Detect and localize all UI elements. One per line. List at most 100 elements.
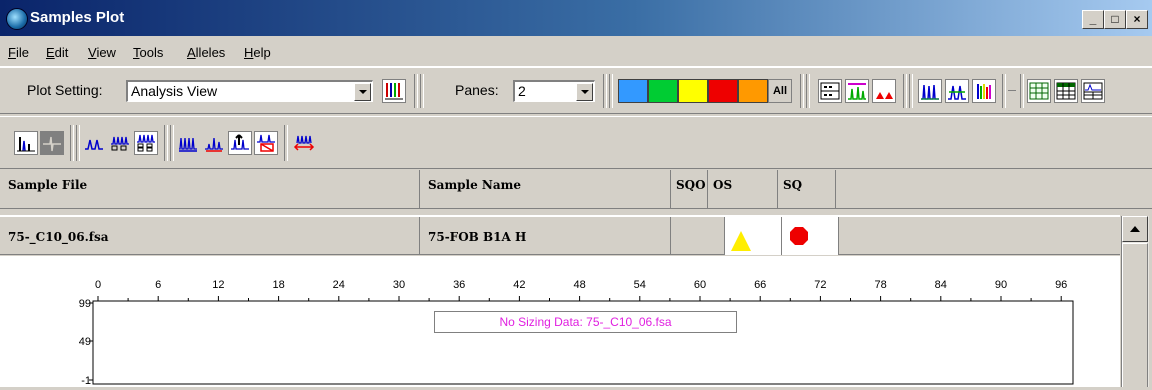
table-row[interactable]: 75-_C10_06.fsa 75-FOB B1A H <box>0 215 1120 255</box>
plot-setting-select[interactable]: Analysis View <box>126 80 373 102</box>
x-tick-label: 18 <box>272 279 284 291</box>
x-tick-label: 72 <box>814 279 826 291</box>
panes-value: 2 <box>518 83 526 99</box>
y-tick-label: -1 <box>81 375 91 387</box>
menu-file[interactable]: File <box>8 45 29 60</box>
yellow-dye-button[interactable] <box>678 79 708 103</box>
red-stop-octagon-icon <box>790 227 808 245</box>
separator <box>1008 90 1016 91</box>
plot-setting-value: Analysis View <box>131 83 218 99</box>
separator <box>164 125 168 161</box>
raw-view-icon[interactable] <box>40 131 64 155</box>
all-dyes-button[interactable]: All <box>768 79 792 103</box>
column-header-sample-file[interactable]: Sample File <box>0 170 420 208</box>
app-icon <box>6 8 28 30</box>
table-header: Sample File Sample Name SQO OS SQ <box>0 170 1152 209</box>
os-cell <box>725 217 782 255</box>
red-dye-button[interactable] <box>708 79 738 103</box>
maximize-button[interactable]: □ <box>1104 10 1126 29</box>
column-header-sample-name[interactable]: Sample Name <box>420 170 671 208</box>
sample-name-cell: 75-FOB B1A H <box>420 217 671 255</box>
zoom-view-icon[interactable] <box>202 131 226 155</box>
add-peak-icon[interactable] <box>228 131 252 155</box>
column-header-sqo[interactable]: SQO <box>671 170 708 208</box>
menu-view[interactable]: View <box>88 45 116 60</box>
separator <box>284 125 288 161</box>
peak-label-3-icon[interactable] <box>134 131 158 155</box>
menu-edit[interactable]: Edit <box>46 45 68 60</box>
separator <box>603 74 607 108</box>
panes-label: Panes: <box>455 82 499 98</box>
x-tick-label: 12 <box>212 279 224 291</box>
x-tick-label: 30 <box>393 279 405 291</box>
minimize-button[interactable]: _ <box>1082 10 1104 29</box>
separator <box>800 74 804 108</box>
separator <box>414 74 418 108</box>
full-view-icon[interactable] <box>176 131 200 155</box>
plot-toolbar: Plot Setting: Analysis View Panes: 2 All <box>0 67 1152 114</box>
x-tick-label: 0 <box>95 279 101 291</box>
panes-select[interactable]: 2 <box>513 80 595 102</box>
sqo-cell <box>671 217 725 255</box>
chevron-down-icon[interactable] <box>354 83 371 101</box>
separator <box>1020 74 1024 108</box>
green-dye-button[interactable] <box>648 79 678 103</box>
overlay-all-icon[interactable] <box>918 79 942 103</box>
off-scale-peaks-icon[interactable] <box>872 79 896 103</box>
blue-dye-button[interactable] <box>618 79 648 103</box>
column-header-sq[interactable]: SQ <box>778 170 836 208</box>
genotypes-table-icon[interactable] <box>1054 79 1078 103</box>
sq-cell <box>782 217 839 255</box>
peak-label-1-icon[interactable] <box>82 131 106 155</box>
separator <box>420 74 424 108</box>
column-header-os[interactable]: OS <box>708 170 778 208</box>
expand-width-icon[interactable] <box>292 131 316 155</box>
menu-alleles[interactable]: Alleles <box>187 45 225 60</box>
x-tick-label: 84 <box>935 279 947 291</box>
plot-settings-editor-icon[interactable] <box>382 79 406 103</box>
bin-display-icon[interactable] <box>845 79 869 103</box>
x-tick-label: 96 <box>1055 279 1067 291</box>
no-sizing-data-message: No Sizing Data: 75-_C10_06.fsa <box>434 311 737 333</box>
plot-table-icon[interactable] <box>1081 79 1105 103</box>
y-tick-label: 49 <box>79 336 91 348</box>
menu-tools[interactable]: Tools <box>133 45 163 60</box>
separator <box>170 125 174 161</box>
overlay-dyes-icon[interactable] <box>945 79 969 103</box>
orange-dye-button[interactable] <box>738 79 768 103</box>
y-tick-label: 99 <box>79 298 91 310</box>
x-tick-label: 90 <box>995 279 1007 291</box>
separator <box>909 74 913 108</box>
sizing-data-table-icon[interactable] <box>1027 79 1051 103</box>
title-bar: Samples Plot _ □ × <box>0 0 1152 36</box>
peak-view-icon[interactable] <box>14 131 38 155</box>
plot-setting-label: Plot Setting: <box>27 82 103 98</box>
x-tick-label: 48 <box>573 279 585 291</box>
delete-peak-icon[interactable] <box>254 131 278 155</box>
close-button[interactable]: × <box>1126 10 1148 29</box>
stack-dyes-icon[interactable] <box>972 79 996 103</box>
x-tick-label: 78 <box>874 279 886 291</box>
window-title: Samples Plot <box>30 9 125 26</box>
x-tick-label: 6 <box>155 279 161 291</box>
separator <box>806 74 810 108</box>
view-toolbar <box>0 116 1152 169</box>
x-tick-label: 36 <box>453 279 465 291</box>
x-tick-label: 60 <box>694 279 706 291</box>
separator <box>609 74 613 108</box>
x-tick-label: 66 <box>754 279 766 291</box>
menu-help[interactable]: Help <box>244 45 271 60</box>
sizing-table-icon[interactable] <box>818 79 842 103</box>
peak-label-2-icon[interactable] <box>108 131 132 155</box>
menu-bar: File Edit View Tools Alleles Help <box>0 36 1152 67</box>
chevron-down-icon[interactable] <box>576 83 593 101</box>
separator <box>1002 74 1006 108</box>
scroll-up-arrow-icon[interactable] <box>1122 216 1148 242</box>
scroll-thumb[interactable] <box>1122 243 1148 387</box>
vertical-scrollbar[interactable] <box>1121 216 1149 387</box>
x-tick-label: 42 <box>513 279 525 291</box>
separator <box>903 74 907 108</box>
x-tick-label: 54 <box>634 279 646 291</box>
separator <box>76 125 80 161</box>
separator <box>70 125 74 161</box>
